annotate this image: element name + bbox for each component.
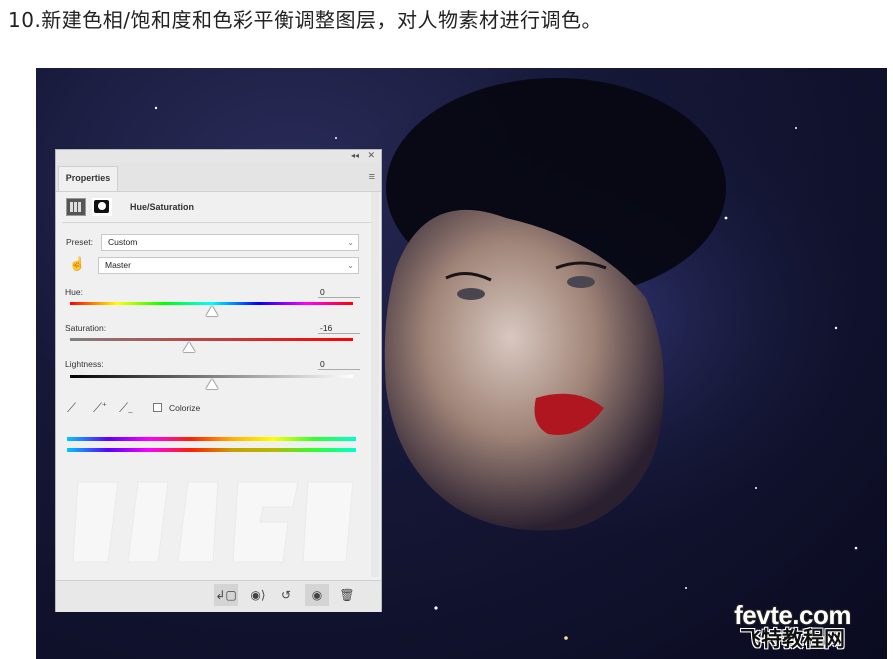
panel-header-strip <box>56 150 381 163</box>
reset-icon[interactable]: ↺ <box>274 584 298 606</box>
hue-saturation-adjustment-icon[interactable] <box>66 198 86 216</box>
chevron-down-icon: ⌄ <box>347 238 354 247</box>
watermark-site-name: 飞特教程网 <box>740 627 846 651</box>
saturation-value-field[interactable]: -16 <box>318 322 360 334</box>
panel-menu-icon[interactable]: ≡ <box>369 171 375 183</box>
watermark-domain: fevte.com <box>734 600 851 630</box>
preset-value: Custom <box>108 237 138 247</box>
properties-panel: ◂◂ ✕ Properties ≡ Hue/Saturation Preset:… <box>55 149 382 612</box>
saturation-label: Saturation: <box>65 323 107 333</box>
tab-properties[interactable]: Properties <box>58 166 118 191</box>
lightness-label: Lightness: <box>65 359 104 369</box>
preset-dropdown[interactable]: Custom ⌄ <box>101 234 359 251</box>
collapse-panel-icon[interactable]: ◂◂ <box>351 151 359 160</box>
chevron-down-icon: ⌄ <box>347 261 354 270</box>
targeted-adjustment-hand-icon[interactable]: ☝ <box>69 256 85 272</box>
eyedropper-icon[interactable]: ⟋ <box>67 400 76 416</box>
output-color-bar <box>67 448 356 452</box>
adjustment-title: Hue/Saturation <box>130 202 195 212</box>
hue-slider-track[interactable] <box>70 302 353 305</box>
clip-to-layer-icon[interactable]: ↲▢ <box>214 584 238 606</box>
divider <box>62 222 376 223</box>
panel-scrollbar[interactable] <box>371 192 379 577</box>
preset-label: Preset: <box>66 237 93 247</box>
instruction-heading: 10.新建色相/饱和度和色彩平衡调整图层，对人物素材进行调色。 <box>8 8 603 32</box>
lightness-slider-track[interactable] <box>70 375 353 378</box>
close-panel-icon[interactable]: ✕ <box>367 150 375 161</box>
layer-mask-icon[interactable] <box>92 198 112 216</box>
hue-value-field[interactable]: 0 <box>318 286 360 298</box>
eyedropper-subtract-icon[interactable]: ⟋₋ <box>119 400 133 416</box>
input-color-bar <box>67 437 356 441</box>
channel-dropdown[interactable]: Master ⌄ <box>98 257 359 274</box>
visibility-eye-icon[interactable]: ◉ <box>305 584 329 606</box>
trash-icon[interactable]: 🗑 <box>335 584 359 606</box>
channel-value: Master <box>105 260 131 270</box>
colorize-label: Colorize <box>169 403 201 413</box>
lightness-value-field[interactable]: 0 <box>318 358 360 370</box>
hue-slider-thumb[interactable] <box>205 306 218 316</box>
panel-tab-bar: Properties ≡ <box>56 163 381 192</box>
view-previous-state-icon[interactable]: ◉⟩ <box>246 584 270 606</box>
site-watermark: fevte.com 飞特教程网 <box>734 600 851 651</box>
saturation-slider-thumb[interactable] <box>182 342 195 352</box>
saturation-slider-track[interactable] <box>70 338 353 341</box>
faded-watermark-graphic <box>72 481 354 563</box>
hue-label: Hue: <box>65 287 83 297</box>
eyedropper-add-icon[interactable]: ⟋⁺ <box>93 400 107 416</box>
colorize-checkbox[interactable] <box>153 403 162 412</box>
lightness-slider-thumb[interactable] <box>205 379 218 389</box>
